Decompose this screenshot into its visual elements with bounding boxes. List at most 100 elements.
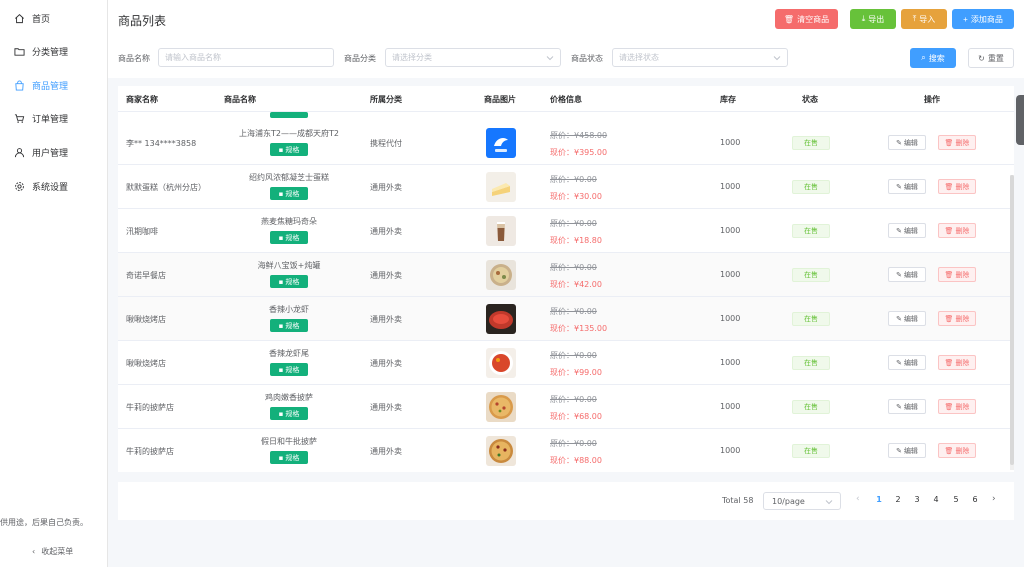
product-image[interactable] — [486, 216, 516, 246]
sidebar-item-category[interactable]: 分类管理 — [0, 41, 108, 61]
next-page-button[interactable]: › — [992, 494, 996, 504]
product-image[interactable] — [486, 348, 516, 378]
search-icon: ⌕ — [921, 53, 926, 62]
edit-icon: ✎ — [896, 138, 902, 147]
status-placeholder: 请选择状态 — [619, 53, 659, 62]
table-row: 奇诺早餐店 海鲜八宝饭+炖罐 ▪ 规格 通用外卖 原价：¥0.00 现价：¥42.00 100… — [118, 253, 1014, 297]
status-select[interactable]: 请选择状态 — [612, 48, 788, 67]
edit-icon: ✎ — [896, 270, 902, 279]
spec-icon: ▪ — [278, 321, 284, 330]
spec-button[interactable]: ▪ 规格 — [270, 275, 308, 288]
side-drawer-handle[interactable] — [1016, 95, 1024, 145]
sidebar-item-label: 系统设置 — [32, 182, 69, 193]
page-size-select[interactable]: 10/page — [763, 492, 841, 510]
product-name: 燕麦焦糖玛奇朵 — [261, 217, 317, 226]
delete-button[interactable]: 🗑 删除 — [938, 443, 976, 458]
edit-button[interactable]: ✎ 编辑 — [888, 399, 926, 414]
page-3[interactable]: 3 — [910, 495, 924, 504]
product-name: 香辣龙虾尾 — [269, 349, 309, 358]
edit-button[interactable]: ✎ 编辑 — [888, 135, 926, 150]
add-product-button[interactable]: + 添加商品 — [952, 9, 1014, 29]
page-size-value: 10/page — [772, 496, 805, 506]
bag-icon — [14, 79, 25, 91]
delete-button[interactable]: 🗑 删除 — [938, 311, 976, 326]
sidebar-item-settings[interactable]: 系统设置 — [0, 176, 108, 196]
category-select[interactable]: 请选择分类 — [385, 48, 561, 67]
page-1[interactable]: 1 — [872, 495, 886, 504]
col-stock: 库存 — [720, 95, 736, 104]
sidebar-item-label: 用户管理 — [32, 148, 69, 159]
spec-button[interactable]: ▪ 规格 — [270, 319, 308, 332]
product-image[interactable] — [486, 172, 516, 202]
edit-button[interactable]: ✎ 编辑 — [888, 355, 926, 370]
folder-icon — [14, 46, 25, 57]
original-price: 原价：¥458.00 — [550, 131, 608, 140]
delete-button[interactable]: 🗑 删除 — [938, 135, 976, 150]
product-name: 绍约风浓郁凝芝士蛋糕 — [249, 173, 329, 182]
trash-icon: 🗑 — [944, 402, 954, 411]
delete-button[interactable]: 🗑 删除 — [938, 223, 976, 238]
product-image[interactable] — [486, 392, 516, 422]
spec-button[interactable]: ▪ 规格 — [270, 451, 308, 464]
spec-button-partial[interactable] — [270, 112, 308, 118]
product-image[interactable] — [486, 260, 516, 290]
spec-button[interactable]: ▪ 规格 — [270, 187, 308, 200]
search-button[interactable]: ⌕ 搜索 — [910, 48, 956, 68]
spec-icon: ▪ — [278, 277, 284, 286]
stock-value: 1000 — [720, 138, 741, 147]
sidebar-item-products[interactable]: 商品管理 — [0, 75, 108, 95]
merchant-name: 默默蛋糕（杭州分店） — [126, 183, 206, 192]
clear-products-button[interactable]: 🗑 清空商品 — [775, 9, 838, 29]
delete-button[interactable]: 🗑 删除 — [938, 399, 976, 414]
category-name: 通用外卖 — [370, 183, 402, 192]
spec-label: 规格 — [285, 277, 300, 286]
product-table: 商家名称 商品名称 所属分类 商品图片 价格信息 库存 状态 操作 李** 13… — [118, 86, 1014, 472]
delete-button[interactable]: 🗑 删除 — [938, 267, 976, 282]
edit-button[interactable]: ✎ 编辑 — [888, 223, 926, 238]
edit-button[interactable]: ✎ 编辑 — [888, 267, 926, 282]
filter-name-label: 商品名称 — [118, 54, 150, 63]
edit-button[interactable]: ✎ 编辑 — [888, 443, 926, 458]
reset-label: 重置 — [987, 53, 1004, 63]
sidebar-note: 供用途，后果自己负责。 — [0, 518, 88, 527]
product-image[interactable] — [486, 128, 516, 158]
product-name-cell: 香辣小龙虾 ▪ 规格 — [219, 304, 359, 332]
edit-button[interactable]: ✎ 编辑 — [888, 179, 926, 194]
category-name: 通用外卖 — [370, 271, 402, 280]
edit-button[interactable]: ✎ 编辑 — [888, 311, 926, 326]
delete-button[interactable]: 🗑 删除 — [938, 179, 976, 194]
collapse-menu-button[interactable]: ‹ 收起菜单 — [32, 546, 73, 557]
scrollbar-thumb[interactable] — [1010, 175, 1014, 465]
col-merchant: 商家名称 — [126, 95, 158, 104]
page-6[interactable]: 6 — [968, 495, 982, 504]
merchant-name: 汛期咖啡 — [126, 227, 158, 236]
product-image[interactable] — [486, 304, 516, 334]
product-name-cell: 上海浦东T2——成都天府T2 ▪ 规格 — [219, 128, 359, 156]
page-2[interactable]: 2 — [891, 495, 905, 504]
sidebar-item-orders[interactable]: 订单管理 — [0, 108, 108, 128]
product-name-input[interactable]: 请输入商品名称 — [158, 48, 334, 67]
export-button[interactable]: ⤓ 导出 — [850, 9, 896, 29]
spec-button[interactable]: ▪ 规格 — [270, 231, 308, 244]
page-5[interactable]: 5 — [949, 495, 963, 504]
chevron-left-icon: ‹ — [32, 547, 36, 556]
spec-icon: ▪ — [278, 189, 284, 198]
table-row: 啾啾烧烤店 香辣龙虾尾 ▪ 规格 通用外卖 原价：¥0.00 现价：¥99.00 1000 在售… — [118, 341, 1014, 385]
current-price: 现价：¥99.00 — [550, 368, 602, 377]
edit-label: 编辑 — [903, 314, 918, 323]
spec-label: 规格 — [285, 233, 300, 242]
spec-button[interactable]: ▪ 规格 — [270, 407, 308, 420]
spec-button[interactable]: ▪ 规格 — [270, 143, 308, 156]
category-placeholder: 请选择分类 — [392, 53, 432, 62]
sidebar-item-users[interactable]: 用户管理 — [0, 142, 108, 162]
delete-label: 删除 — [955, 402, 970, 411]
product-image[interactable] — [486, 436, 516, 466]
import-button[interactable]: ⤒ 导入 — [901, 9, 947, 29]
page-4[interactable]: 4 — [929, 495, 943, 504]
merchant-name: 牛莉的披萨店 — [126, 403, 174, 412]
prev-page-button[interactable]: ‹ — [856, 494, 860, 504]
delete-button[interactable]: 🗑 删除 — [938, 355, 976, 370]
reset-button[interactable]: ↻ 重置 — [968, 48, 1014, 68]
sidebar-item-home[interactable]: 首页 — [0, 8, 108, 28]
spec-button[interactable]: ▪ 规格 — [270, 363, 308, 376]
